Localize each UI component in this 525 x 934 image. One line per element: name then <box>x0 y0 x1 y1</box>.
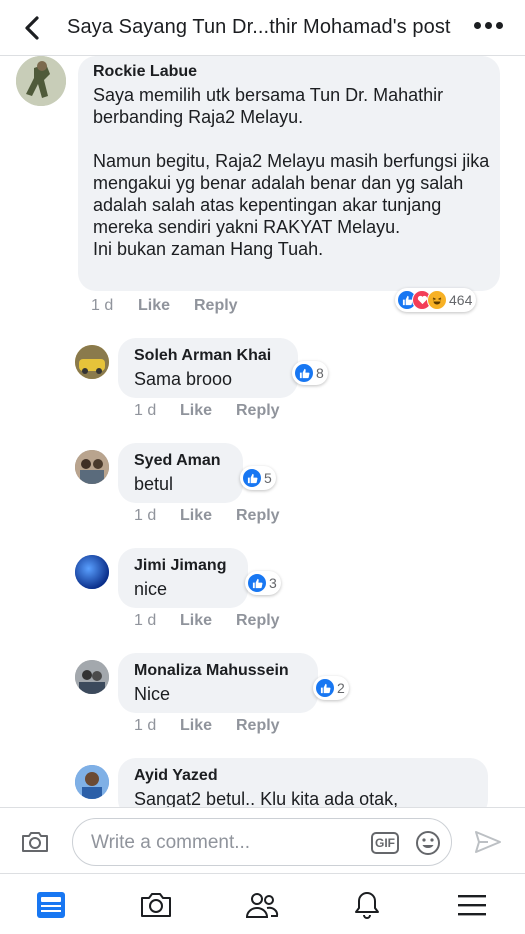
comment-author[interactable]: Monaliza Mahussein <box>134 662 289 680</box>
friends-icon[interactable] <box>245 888 279 922</box>
haha-reaction-icon <box>427 290 447 310</box>
reaction-summary[interactable]: 3 <box>245 571 281 595</box>
comment-time: 1 d <box>91 297 114 314</box>
reaction-count: 2 <box>337 680 345 696</box>
comment-time: 1 d <box>134 402 157 419</box>
comment-author[interactable]: Syed Aman <box>134 452 221 470</box>
reply-button[interactable]: Reply <box>236 507 280 525</box>
comment-author[interactable]: Ayid Yazed <box>134 767 218 785</box>
comment-composer: Write a comment... GIF <box>0 807 525 873</box>
camera-nav-icon[interactable] <box>139 888 173 922</box>
comment-text: betul <box>134 474 174 494</box>
reaction-summary[interactable]: 8 <box>292 361 328 385</box>
post-title: Saya Sayang Tun Dr...thir Mohamad's post <box>67 16 451 38</box>
reply-button[interactable]: Reply <box>236 612 280 630</box>
more-options-icon[interactable] <box>474 22 503 29</box>
comment-placeholder: Write a comment... <box>91 832 251 853</box>
bottom-nav <box>0 873 525 934</box>
comment-actions: 1 d Like Reply <box>134 717 280 735</box>
comment-actions: 1 d Like Reply <box>134 402 280 420</box>
comment-time: 1 d <box>134 612 157 629</box>
gif-button[interactable]: GIF <box>371 832 399 854</box>
avatar[interactable] <box>16 56 66 106</box>
camera-icon[interactable] <box>20 830 50 859</box>
send-icon[interactable] <box>474 830 502 859</box>
news-feed-icon[interactable] <box>34 888 68 922</box>
avatar[interactable] <box>75 765 109 799</box>
like-button[interactable]: Like <box>180 402 236 420</box>
comment-time: 1 d <box>134 717 157 734</box>
comment-author[interactable]: Soleh Arman Khai <box>134 347 271 365</box>
comment-input[interactable]: Write a comment... GIF <box>72 818 452 866</box>
comment-author[interactable]: Rockie Labue <box>93 63 197 81</box>
reply-button[interactable]: Reply <box>236 402 280 420</box>
like-reaction-icon <box>315 678 335 698</box>
reply-button[interactable]: Reply <box>194 297 238 315</box>
comment-text: nice <box>134 579 168 599</box>
reaction-count: 3 <box>269 575 277 591</box>
top-bar: Saya Sayang Tun Dr...thir Mohamad's post <box>0 0 525 56</box>
comment-actions: 1 d Like Reply <box>134 507 280 525</box>
comment-text: Sama brooo <box>134 369 233 389</box>
like-button[interactable]: Like <box>180 612 236 630</box>
reaction-summary[interactable]: 5 <box>240 466 276 490</box>
reaction-count: 464 <box>449 292 473 308</box>
menu-hamburger-icon[interactable] <box>455 888 489 922</box>
comment-text: Nice <box>134 684 171 704</box>
like-button[interactable]: Like <box>138 297 194 315</box>
like-button[interactable]: Like <box>180 507 236 525</box>
avatar[interactable] <box>75 660 109 694</box>
reaction-summary[interactable]: 464 <box>395 288 477 312</box>
comment-author[interactable]: Jimi Jimang <box>134 557 226 575</box>
avatar[interactable] <box>75 450 109 484</box>
comment-time: 1 d <box>134 507 157 524</box>
reply-button[interactable]: Reply <box>236 717 280 735</box>
like-button[interactable]: Like <box>180 717 236 735</box>
avatar[interactable] <box>75 345 109 379</box>
like-reaction-icon <box>247 573 267 593</box>
reaction-count: 8 <box>316 365 324 381</box>
reaction-summary[interactable]: 2 <box>313 676 349 700</box>
comment-actions: 1 d Like Reply <box>91 297 238 315</box>
like-reaction-icon <box>294 363 314 383</box>
comment-text: Saya memilih utk bersama Tun Dr. Mahathi… <box>93 85 490 259</box>
back-arrow-icon[interactable] <box>18 14 46 42</box>
like-reaction-icon <box>242 468 262 488</box>
notifications-bell-icon[interactable] <box>350 888 384 922</box>
emoji-icon[interactable] <box>415 830 441 861</box>
avatar[interactable] <box>75 555 109 589</box>
reaction-count: 5 <box>264 470 272 486</box>
comment-actions: 1 d Like Reply <box>134 612 280 630</box>
